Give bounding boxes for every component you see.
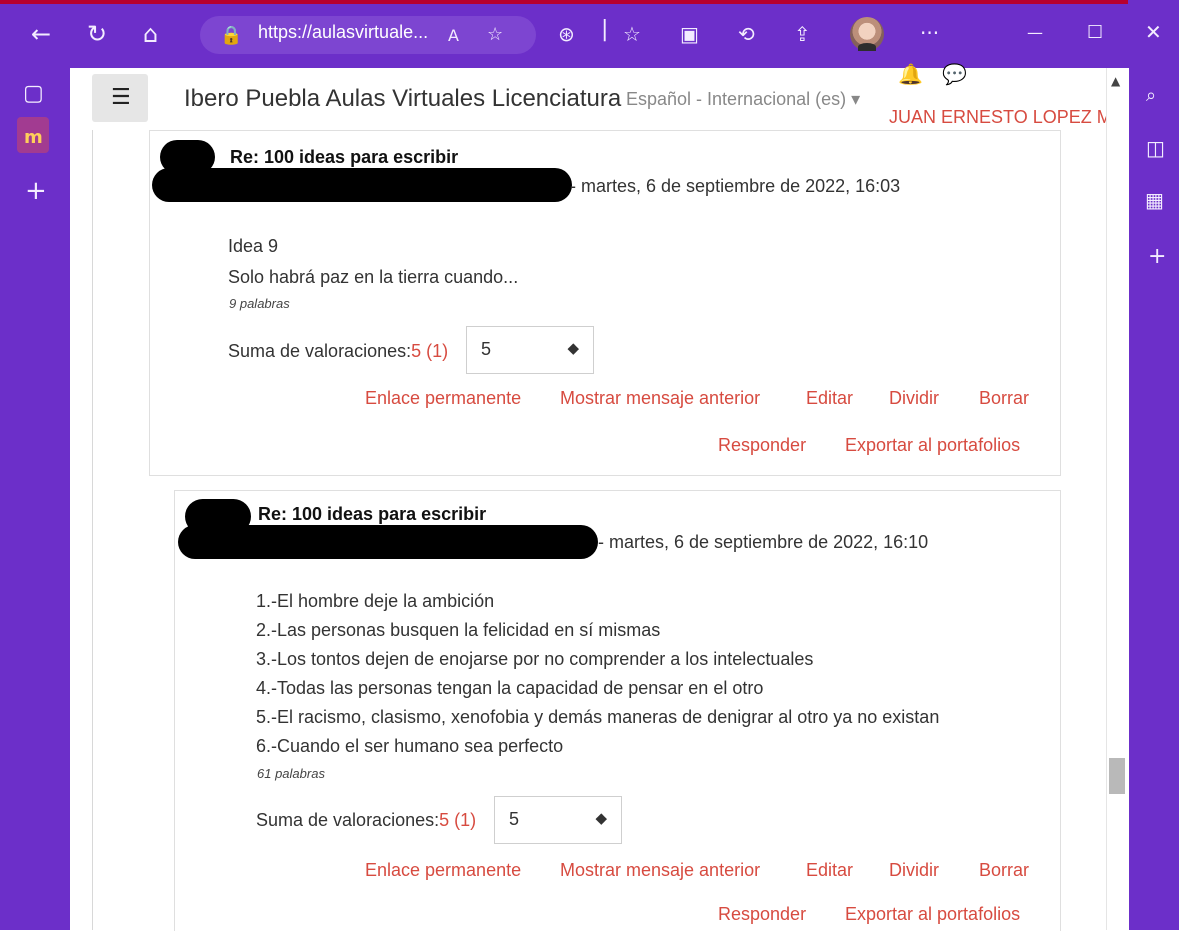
minimize-icon[interactable]: — xyxy=(1027,21,1043,45)
site-name[interactable]: Ibero Puebla Aulas Virtuales Licenciatur… xyxy=(184,85,621,113)
reply-link[interactable]: Responder xyxy=(718,435,806,456)
delete-link[interactable]: Borrar xyxy=(979,860,1029,881)
post-date: - martes, 6 de septiembre de 2022, 16:03 xyxy=(570,176,901,196)
post-line: 1.-El hombre deje la ambición xyxy=(256,591,495,611)
language-selector[interactable]: Español - Internacional (es) ▾ xyxy=(626,89,860,110)
post-date: - martes, 6 de septiembre de 2022, 16:10 xyxy=(598,532,929,552)
rating-select[interactable]: 5 ◆ xyxy=(494,796,622,844)
window-top-border xyxy=(0,0,1179,4)
extension-icon[interactable]: ⊛ xyxy=(558,22,575,46)
scroll-up-icon[interactable]: ▲ xyxy=(1111,69,1120,93)
share-icon[interactable]: ⇪ xyxy=(794,22,811,46)
profile-avatar[interactable] xyxy=(850,17,884,51)
tab-actions-icon[interactable]: ▢ xyxy=(23,82,44,106)
word-count: 61 palabras xyxy=(257,766,325,781)
favorites-icon[interactable]: ☆ xyxy=(623,22,641,46)
search-icon[interactable]: ⌕ xyxy=(1146,84,1156,108)
previous-message-link[interactable]: Mostrar mensaje anterior xyxy=(560,860,760,881)
outlook-icon[interactable]: ▦ xyxy=(1145,188,1164,212)
post-line: 5.-El racismo, clasismo, xenofobia y dem… xyxy=(256,707,940,727)
previous-message-link[interactable]: Mostrar mensaje anterior xyxy=(560,388,760,409)
maximize-icon[interactable]: ☐ xyxy=(1087,21,1103,45)
close-icon[interactable]: ✕ xyxy=(1145,20,1162,44)
collections-icon[interactable]: ▣ xyxy=(680,22,699,46)
export-portfolio-link[interactable]: Exportar al portafolios xyxy=(845,435,1020,456)
user-name[interactable]: JUAN ERNESTO LOPEZ MA xyxy=(889,107,1124,128)
word-count: 9 palabras xyxy=(229,296,290,311)
menu-icon: ☰ xyxy=(111,85,131,110)
add-sidebar-icon[interactable]: + xyxy=(1148,245,1166,269)
reply-link[interactable]: Responder xyxy=(718,904,806,925)
lock-icon: 🔒 xyxy=(220,25,243,46)
post-line: 2.-Las personas busquen la felicidad en … xyxy=(256,620,661,640)
author-redaction xyxy=(178,525,598,559)
delete-link[interactable]: Borrar xyxy=(979,388,1029,409)
edit-link[interactable]: Editar xyxy=(806,860,853,881)
rating-select[interactable]: 5 ◆ xyxy=(466,326,594,374)
browser-toolbar xyxy=(0,0,1179,68)
post-line: 6.-Cuando el ser humano sea perfecto xyxy=(256,736,564,756)
vertical-scrollbar[interactable] xyxy=(1106,68,1129,930)
notification-icon[interactable]: 🔔 xyxy=(898,62,923,86)
split-link[interactable]: Dividir xyxy=(889,388,939,409)
back-icon[interactable]: ← xyxy=(31,22,51,46)
post-line: Idea 9 xyxy=(228,236,279,256)
rating-label: Suma de valoraciones:5 (1) xyxy=(256,810,477,830)
post-subject: Re: 100 ideas para escribir xyxy=(230,147,459,167)
export-portfolio-link[interactable]: Exportar al portafolios xyxy=(845,904,1020,925)
separator-icon: | xyxy=(601,17,609,42)
favorite-icon[interactable]: ☆ xyxy=(487,23,503,47)
home-icon[interactable]: ⌂ xyxy=(143,22,158,46)
message-icon[interactable]: 💬 xyxy=(942,62,967,86)
url-text[interactable]: https://aulasvirtuale... xyxy=(258,22,428,43)
post-line: 3.-Los tontos dejen de enojarse por no c… xyxy=(256,649,814,669)
edit-link[interactable]: Editar xyxy=(806,388,853,409)
scrollbar-thumb[interactable] xyxy=(1109,758,1125,794)
office-icon[interactable]: ◫ xyxy=(1146,136,1165,160)
permalink-link[interactable]: Enlace permanente xyxy=(365,860,521,881)
author-redaction xyxy=(152,168,572,202)
post-line: Solo habrá paz en la tierra cuando... xyxy=(228,267,519,287)
post-subject: Re: 100 ideas para escribir xyxy=(258,504,487,524)
post-line: 4.-Todas las personas tengan la capacida… xyxy=(256,678,764,698)
moodle-icon: m xyxy=(24,127,43,148)
rating-label: Suma de valoraciones:5 (1) xyxy=(228,341,449,361)
new-tab-icon[interactable]: + xyxy=(25,178,47,204)
refresh-icon[interactable]: ↻ xyxy=(87,22,107,46)
permalink-link[interactable]: Enlace permanente xyxy=(365,388,521,409)
content-edge xyxy=(92,130,93,930)
split-link[interactable]: Dividir xyxy=(889,860,939,881)
history-icon[interactable]: ⟲ xyxy=(738,22,755,46)
read-aloud-icon[interactable]: A xyxy=(448,24,459,48)
more-icon[interactable]: ··· xyxy=(920,21,939,45)
